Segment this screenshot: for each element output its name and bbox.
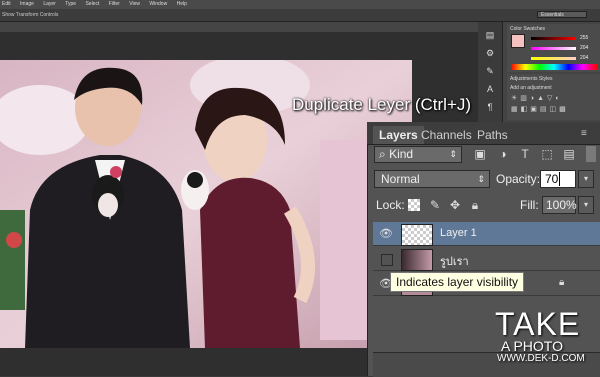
blend-mode-dropdown[interactable]: Normal ⇕: [374, 170, 490, 188]
menu-filter[interactable]: Filter: [109, 0, 120, 9]
tab-paths[interactable]: Paths: [471, 126, 514, 144]
overlay-caption: Duplicate Leyer (Ctrl+J): [292, 95, 472, 114]
tooltip: Indicates layer visibility: [390, 272, 525, 292]
properties-icon[interactable]: ⚙: [483, 46, 497, 60]
menu-bar: Edit Image Layer Type Select Filter View…: [0, 0, 600, 9]
red-slider[interactable]: [531, 37, 576, 40]
fill-value: 100%: [546, 198, 577, 212]
dropdown-arrows-icon: ⇕: [477, 174, 485, 184]
fill-input[interactable]: 100%: [542, 196, 577, 214]
opacity-value: 70: [545, 172, 559, 186]
history-icon[interactable]: ▤: [483, 28, 497, 42]
filter-toggle[interactable]: [586, 146, 596, 162]
workspace-dropdown[interactable]: Essentials: [537, 11, 587, 18]
color-ramp[interactable]: [511, 64, 597, 70]
blend-mode-value: Normal: [381, 172, 420, 186]
options-bar: Show Transform Controls Essentials: [0, 9, 600, 22]
dropdown-arrows-icon: ⇕: [449, 149, 457, 159]
menu-help[interactable]: Help: [177, 0, 187, 9]
lock-label: Lock:: [376, 198, 405, 212]
lock-transparent-icon[interactable]: [408, 199, 420, 211]
green-value[interactable]: 204: [580, 45, 588, 51]
filter-type-icon[interactable]: T: [518, 147, 532, 161]
menu-edit[interactable]: Edit: [2, 0, 11, 9]
visibility-toggle-empty[interactable]: [381, 254, 393, 266]
foreground-color-swatch[interactable]: [511, 34, 525, 48]
filter-pixel-icon[interactable]: ▣: [473, 147, 487, 161]
lock-all-icon[interactable]: 🔒︎: [468, 198, 482, 212]
photo-layer-thumbnail: [401, 249, 433, 271]
watermark-photo: A PHOTO: [501, 338, 563, 354]
filter-adjustment-icon[interactable]: ◑: [496, 147, 510, 161]
filter-shape-icon[interactable]: ⬚: [540, 147, 554, 161]
green-slider[interactable]: [531, 47, 576, 50]
layers-panel-tabs: Layers Channels Paths ≡: [367, 122, 600, 145]
opacity-label: Opacity:: [496, 172, 541, 186]
lock-icon: 🔒︎: [559, 277, 565, 288]
panel-menu-icon[interactable]: ≡: [581, 128, 587, 139]
menu-window[interactable]: Window: [149, 0, 167, 9]
paragraph-icon[interactable]: ¶: [483, 100, 497, 114]
fill-slider-toggle[interactable]: ▾: [578, 196, 594, 214]
red-value[interactable]: 255: [580, 35, 588, 41]
eye-icon[interactable]: 👁︎: [379, 227, 393, 241]
layer-row-layer-1[interactable]: 👁︎ Layer 1: [373, 222, 600, 246]
dock-icon-strip: ▤ ⚙ ✎ A ¶: [478, 22, 503, 122]
tab-channels[interactable]: Channels: [415, 126, 478, 144]
filter-kind-dropdown[interactable]: ⌕ Kind ⇕: [374, 146, 462, 163]
color-panel-tabs[interactable]: Color Swatches: [510, 26, 545, 32]
menu-layer[interactable]: Layer: [43, 0, 56, 9]
layer-row-photo[interactable]: รูปเรา: [373, 247, 600, 271]
add-adjustment-label: Add an adjustment: [510, 85, 552, 91]
adjustments-panel-tabs[interactable]: Adjustments Styles: [510, 76, 553, 82]
menu-type[interactable]: Type: [65, 0, 76, 9]
menu-view[interactable]: View: [129, 0, 140, 9]
text-cursor: [559, 172, 561, 186]
document-tab-strip[interactable]: [0, 22, 478, 32]
watermark-url: WWW.DEK-D.COM: [497, 353, 585, 364]
show-transform-controls-checkbox[interactable]: Show Transform Controls: [2, 12, 58, 18]
adjustment-icons-row-1[interactable]: ☀▥◑▲▽◐: [511, 94, 563, 102]
adjustments-panel: Adjustments Styles Add an adjustment ☀▥◑…: [507, 74, 600, 120]
lock-image-brush-icon[interactable]: ✎: [428, 198, 442, 212]
search-icon: ⌕: [379, 147, 386, 161]
color-panel: Color Swatches 255 204 204: [507, 24, 600, 72]
filter-smart-object-icon[interactable]: ▤: [562, 147, 576, 161]
adjustment-icons-row-2[interactable]: ▦◧▣▤◫▩: [511, 105, 569, 113]
menu-select[interactable]: Select: [85, 0, 99, 9]
photo-layer-name[interactable]: รูปเรา: [440, 252, 469, 270]
filter-kind-label: Kind: [389, 147, 414, 161]
layer-1-name[interactable]: Layer 1: [440, 227, 477, 239]
opacity-slider-toggle[interactable]: ▾: [578, 170, 594, 188]
lock-position-icon[interactable]: ✥: [448, 198, 462, 212]
blue-slider[interactable]: [531, 57, 576, 60]
layer-1-thumbnail: [401, 224, 433, 246]
brush-panel-icon[interactable]: ✎: [483, 64, 497, 78]
menu-image[interactable]: Image: [20, 0, 34, 9]
blue-value[interactable]: 204: [580, 55, 588, 61]
fill-label: Fill:: [520, 198, 539, 212]
opacity-input[interactable]: 70: [540, 170, 576, 188]
character-icon[interactable]: A: [483, 82, 497, 96]
